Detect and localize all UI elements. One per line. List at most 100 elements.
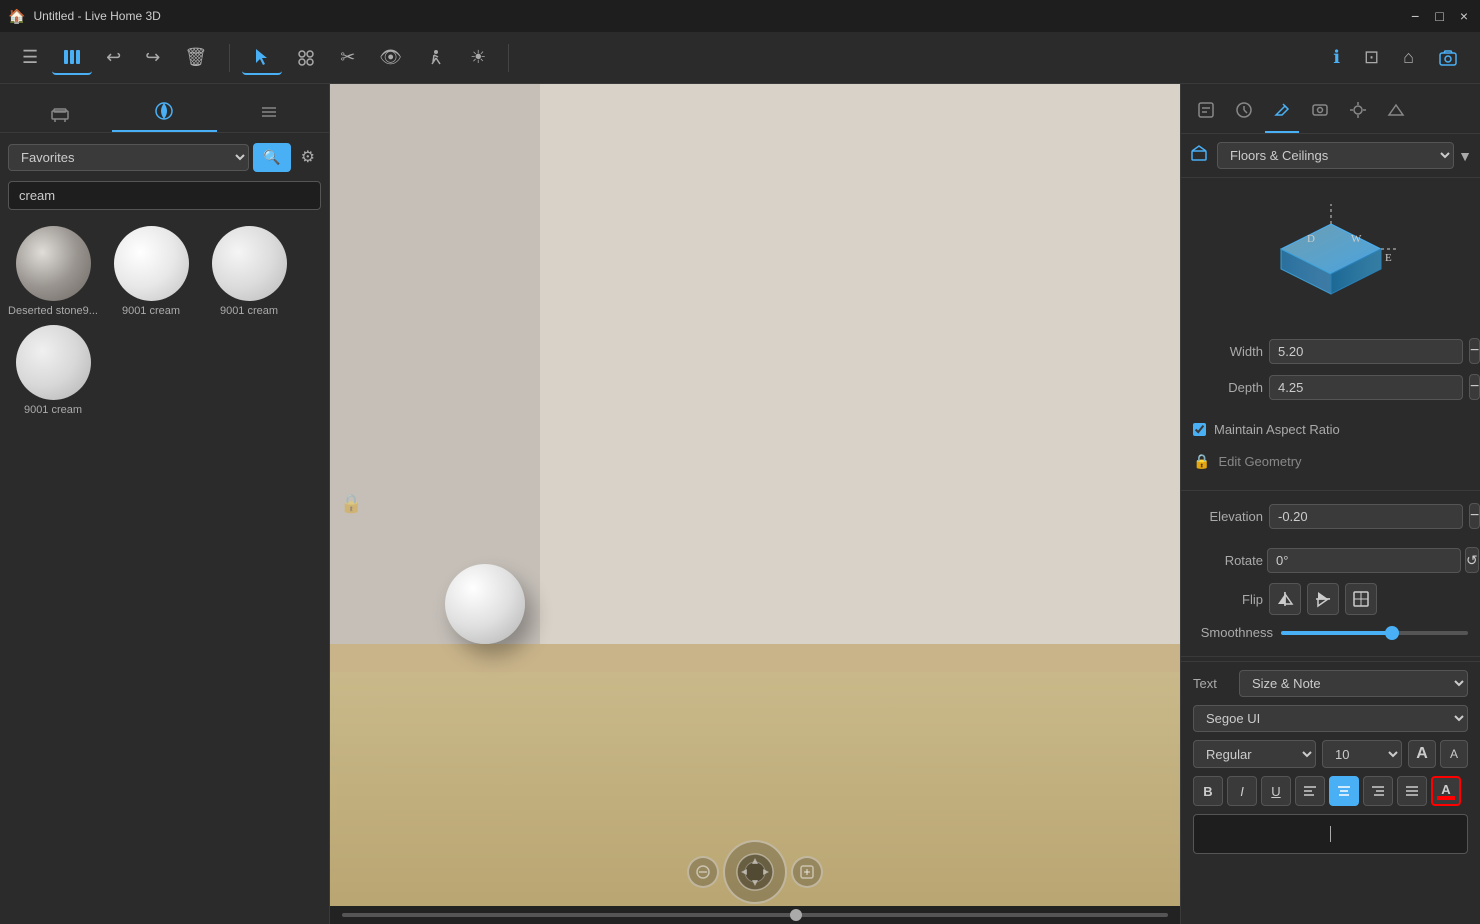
smoothness-slider[interactable] — [1281, 631, 1468, 635]
right-tab-5[interactable] — [1341, 92, 1375, 133]
zoom-slider-bar — [330, 906, 1180, 924]
object-expand-button[interactable]: ▼ — [1458, 148, 1472, 164]
menu-button[interactable]: ☰ — [12, 41, 48, 74]
zoom-thumb[interactable] — [790, 909, 802, 921]
3d-preview-svg: D W E — [1251, 194, 1411, 314]
underline-button[interactable]: U — [1261, 776, 1291, 806]
navigation-controls — [687, 840, 823, 904]
depth-decrease-button[interactable]: − — [1469, 374, 1480, 400]
width-decrease-button[interactable]: − — [1469, 338, 1480, 364]
arrange-button[interactable] — [286, 42, 326, 74]
object-type-select[interactable]: Floors & Ceilings — [1217, 142, 1454, 169]
main-toolbar: ☰ ↩ ↪ 🗑 ✂ 👁 ☀ ℹ ⊡ ⌂ — [0, 32, 1480, 84]
rotate-input[interactable] — [1267, 548, 1461, 573]
material-label: 9001 cream — [220, 305, 278, 317]
left-panel-tabs — [0, 84, 329, 133]
nav-left-button[interactable] — [687, 856, 719, 888]
material-item[interactable]: Deserted stone9... — [8, 226, 98, 317]
scissors-button[interactable]: ✂ — [330, 41, 365, 74]
viewport[interactable]: 🔒 — [330, 84, 1180, 924]
home-view-button[interactable]: ⌂ — [1393, 41, 1424, 74]
svg-text:W: W — [1351, 233, 1362, 245]
maintain-aspect-row: Maintain Aspect Ratio — [1181, 418, 1480, 441]
close-button[interactable]: × — [1456, 8, 1472, 24]
tab-list[interactable] — [217, 92, 321, 132]
nav-ring[interactable] — [723, 840, 787, 904]
scene-sphere — [445, 564, 525, 644]
font-size-select[interactable]: 10 12 14 16 — [1322, 740, 1402, 768]
settings-button[interactable]: ⚙ — [295, 141, 321, 173]
camera-button[interactable] — [1428, 42, 1468, 74]
info-button[interactable]: ℹ — [1323, 41, 1350, 74]
zoom-track[interactable] — [342, 913, 1168, 917]
lock-icon: 🔒 — [1193, 453, 1210, 470]
rotate-reset-button[interactable]: ↺ — [1465, 547, 1479, 573]
flip-vertical-button[interactable] — [1307, 583, 1339, 615]
font-size-decrease-button[interactable]: A — [1440, 740, 1468, 768]
select-button[interactable] — [242, 41, 282, 75]
materials-grid: Deserted stone9... 9001 cream 9001 cream… — [0, 218, 329, 424]
tab-furniture[interactable] — [8, 92, 112, 132]
sun-button[interactable]: ☀ — [460, 41, 496, 74]
undo-button[interactable]: ↩ — [96, 41, 131, 74]
material-sphere — [16, 226, 91, 301]
align-left-button[interactable] — [1295, 776, 1325, 806]
text-mode-row: Text Size & Note Note None — [1193, 670, 1468, 697]
material-item[interactable]: 9001 cream — [8, 325, 98, 416]
elevation-decrease-button[interactable]: − — [1469, 503, 1480, 529]
font-size-increase-button[interactable]: A — [1408, 740, 1436, 768]
svg-text:E: E — [1385, 252, 1392, 264]
divider-2 — [1181, 656, 1480, 657]
italic-button[interactable]: I — [1227, 776, 1257, 806]
category-select[interactable]: Favorites All Materials — [8, 144, 249, 171]
width-label: Width — [1193, 344, 1263, 359]
material-item[interactable]: 9001 cream — [106, 226, 196, 317]
material-sphere — [212, 226, 287, 301]
material-item[interactable]: 9001 cream — [204, 226, 294, 317]
font-select[interactable]: Segoe UI Arial Times New Roman — [1193, 705, 1468, 732]
minimize-button[interactable]: − — [1407, 8, 1423, 24]
width-input[interactable] — [1269, 339, 1463, 364]
room-back-wall — [540, 84, 1180, 672]
maximize-button[interactable]: □ — [1431, 8, 1447, 24]
align-right-button[interactable] — [1363, 776, 1393, 806]
bold-button[interactable]: B — [1193, 776, 1223, 806]
view-button[interactable]: 👁 — [369, 41, 412, 74]
flip-horizontal-button[interactable] — [1269, 583, 1301, 615]
right-tab-3[interactable] — [1265, 92, 1299, 133]
walk-button[interactable] — [416, 42, 456, 74]
object-selector: Floors & Ceilings ▼ — [1181, 134, 1480, 178]
align-justify-button[interactable] — [1397, 776, 1427, 806]
right-tab-2[interactable] — [1227, 92, 1261, 133]
elevation-input[interactable] — [1269, 504, 1463, 529]
search-button[interactable]: 🔍 — [253, 143, 290, 172]
right-tab-6[interactable] — [1379, 92, 1413, 133]
preview-3d: D W E — [1181, 178, 1480, 330]
text-mode-select[interactable]: Size & Note Note None — [1239, 670, 1468, 697]
delete-button[interactable]: 🗑 — [174, 41, 217, 74]
tab-materials[interactable] — [112, 92, 216, 132]
library-button[interactable] — [52, 41, 92, 75]
font-style-select[interactable]: Regular Bold Italic — [1193, 740, 1316, 768]
search-input[interactable] — [8, 181, 321, 210]
right-panel: Floors & Ceilings ▼ — [1180, 84, 1480, 924]
floor-plan-button[interactable]: ⊡ — [1354, 41, 1389, 74]
nav-right-button[interactable] — [791, 856, 823, 888]
text-area[interactable] — [1193, 814, 1468, 854]
right-tab-1[interactable] — [1189, 92, 1223, 133]
right-tab-4[interactable] — [1303, 92, 1337, 133]
format-row: B I U A — [1193, 776, 1468, 806]
material-label: 9001 cream — [24, 404, 82, 416]
text-color-button[interactable]: A — [1431, 776, 1461, 806]
align-center-button[interactable] — [1329, 776, 1359, 806]
separator-2 — [508, 44, 509, 72]
flip-label: Flip — [1193, 592, 1263, 607]
elevation-section: Elevation − + — [1181, 495, 1480, 547]
redo-button[interactable]: ↪ — [135, 41, 170, 74]
room-baseboard — [330, 644, 1180, 672]
room-scene — [330, 84, 1180, 924]
depth-input[interactable] — [1269, 375, 1463, 400]
flip-both-button[interactable] — [1345, 583, 1377, 615]
smoothness-label: Smoothness — [1193, 625, 1273, 640]
maintain-aspect-checkbox[interactable] — [1193, 423, 1206, 436]
